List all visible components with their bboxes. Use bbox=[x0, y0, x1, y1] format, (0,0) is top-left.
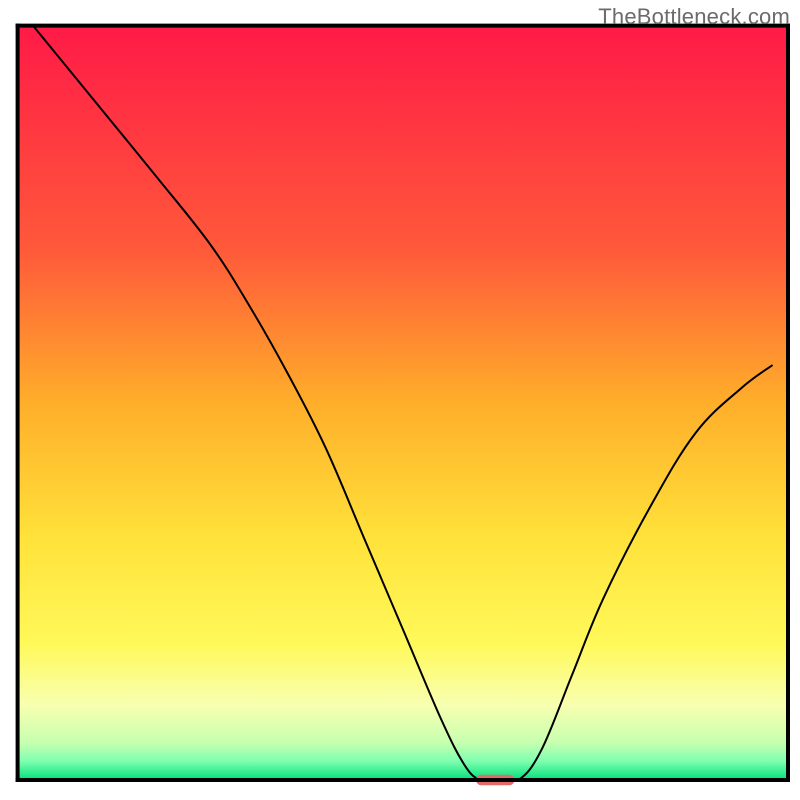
chart-container: TheBottleneck.com bbox=[0, 0, 800, 800]
plot-background bbox=[18, 26, 788, 780]
bottleneck-chart bbox=[0, 0, 800, 800]
watermark-text: TheBottleneck.com bbox=[598, 4, 790, 30]
